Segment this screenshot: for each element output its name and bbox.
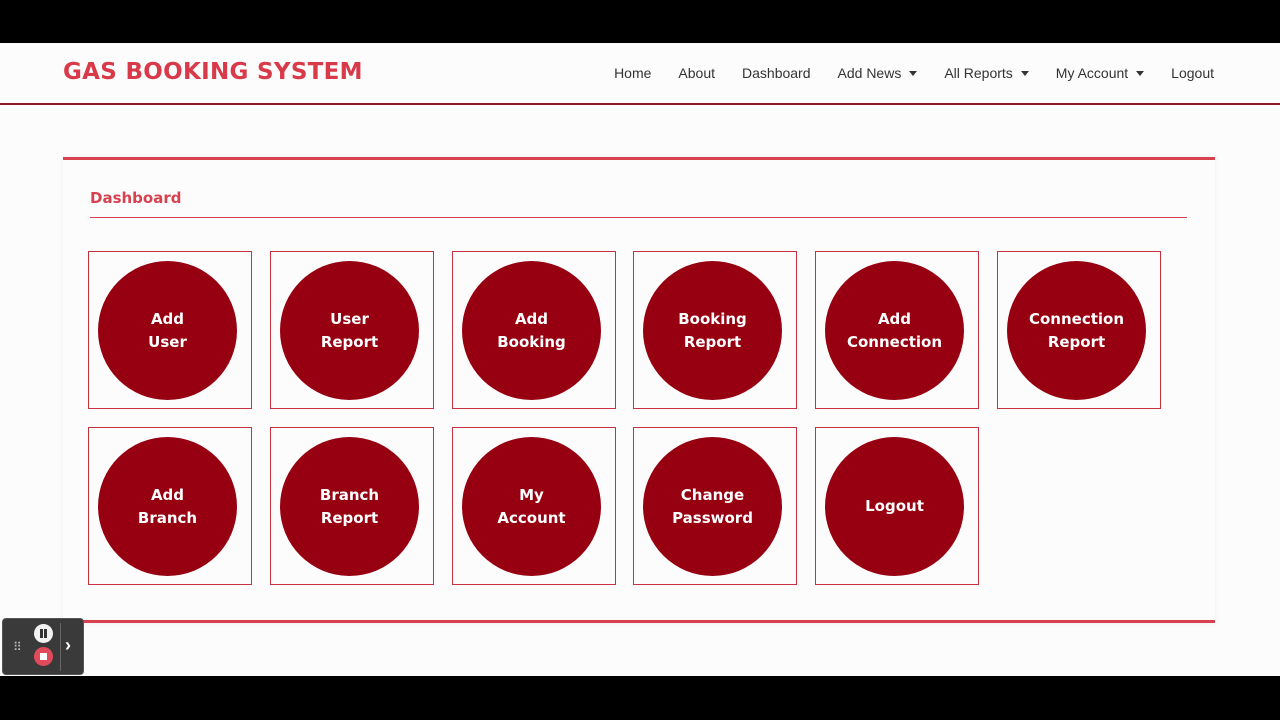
site-brand[interactable]: GAS BOOKING SYSTEM [63, 59, 363, 85]
nav-my-account-dropdown[interactable]: My Account [1055, 65, 1145, 81]
caret-down-icon [909, 70, 918, 76]
tile-circle[interactable]: My Account [462, 437, 601, 576]
nav-dashboard-label: Dashboard [742, 65, 811, 81]
tile-user-report[interactable]: User Report [270, 251, 434, 409]
tile-add-branch[interactable]: Add Branch [88, 427, 252, 585]
tile-circle[interactable]: Add Connection [825, 261, 964, 400]
drag-handle-icon[interactable]: ⠿ [13, 641, 22, 653]
browser-viewport: GAS BOOKING SYSTEM Home About Dashboard … [0, 43, 1280, 676]
tile-label: User Report [320, 309, 379, 351]
tile-branch-report[interactable]: Branch Report [270, 427, 434, 585]
dashboard-title: Dashboard [90, 189, 182, 207]
tile-label: Add User [148, 309, 187, 351]
nav-add-news-dropdown[interactable]: Add News [838, 65, 918, 81]
tile-my-account[interactable]: My Account [452, 427, 616, 585]
tile-circle[interactable]: Logout [825, 437, 964, 576]
tile-label: Booking Report [678, 309, 747, 351]
tile-label: Add Branch [137, 485, 198, 527]
navbar: GAS BOOKING SYSTEM Home About Dashboard … [0, 43, 1280, 105]
tile-label: Logout [865, 497, 924, 515]
tile-change-password[interactable]: Change Password [633, 427, 797, 585]
tile-booking-report[interactable]: Booking Report [633, 251, 797, 409]
tile-circle[interactable]: Add User [98, 261, 237, 400]
nav-home[interactable]: Home [614, 65, 651, 81]
tile-circle[interactable]: User Report [280, 261, 419, 400]
tile-circle[interactable]: Connection Report [1007, 261, 1146, 400]
nav-all-reports-label: All Reports [944, 65, 1013, 81]
nav-dashboard[interactable]: Dashboard [742, 65, 811, 81]
recorder-divider [60, 623, 61, 671]
caret-down-icon [1020, 70, 1029, 76]
tile-circle[interactable]: Branch Report [280, 437, 419, 576]
tile-label: Add Connection [846, 309, 943, 351]
pause-icon[interactable] [34, 624, 53, 643]
screen-recorder-widget: ⠿ › [2, 618, 84, 675]
nav-add-news-label: Add News [837, 65, 902, 81]
tile-circle[interactable]: Change Password [643, 437, 782, 576]
tile-label: Add Booking [497, 309, 566, 351]
tile-label: Change Password [672, 485, 753, 527]
tile-logout[interactable]: Logout [815, 427, 979, 585]
caret-down-icon [1136, 70, 1145, 76]
tile-circle[interactable]: Add Branch [98, 437, 237, 576]
nav-menu: Home About Dashboard Add News All Report… [614, 65, 1214, 81]
nav-about[interactable]: About [678, 65, 715, 81]
nav-logout-label: Logout [1171, 65, 1214, 81]
tile-add-user[interactable]: Add User [88, 251, 252, 409]
dashboard-card: Dashboard Add User User Report Add Booki… [63, 157, 1215, 623]
nav-logout[interactable]: Logout [1171, 65, 1214, 81]
title-divider [90, 217, 1187, 218]
tile-label: Connection Report [1028, 309, 1125, 351]
chevron-right-icon[interactable]: › [65, 635, 71, 656]
tile-circle[interactable]: Add Booking [462, 261, 601, 400]
stop-icon[interactable] [34, 647, 53, 666]
tile-connection-report[interactable]: Connection Report [997, 251, 1161, 409]
nav-about-label: About [678, 65, 716, 81]
tile-circle[interactable]: Booking Report [643, 261, 782, 400]
tile-add-booking[interactable]: Add Booking [452, 251, 616, 409]
tile-label: Branch Report [319, 485, 380, 527]
tile-add-connection[interactable]: Add Connection [815, 251, 979, 409]
nav-home-label: Home [614, 65, 652, 81]
nav-my-account-label: My Account [1055, 65, 1129, 81]
tile-label: My Account [497, 485, 566, 527]
nav-all-reports-dropdown[interactable]: All Reports [944, 65, 1029, 81]
